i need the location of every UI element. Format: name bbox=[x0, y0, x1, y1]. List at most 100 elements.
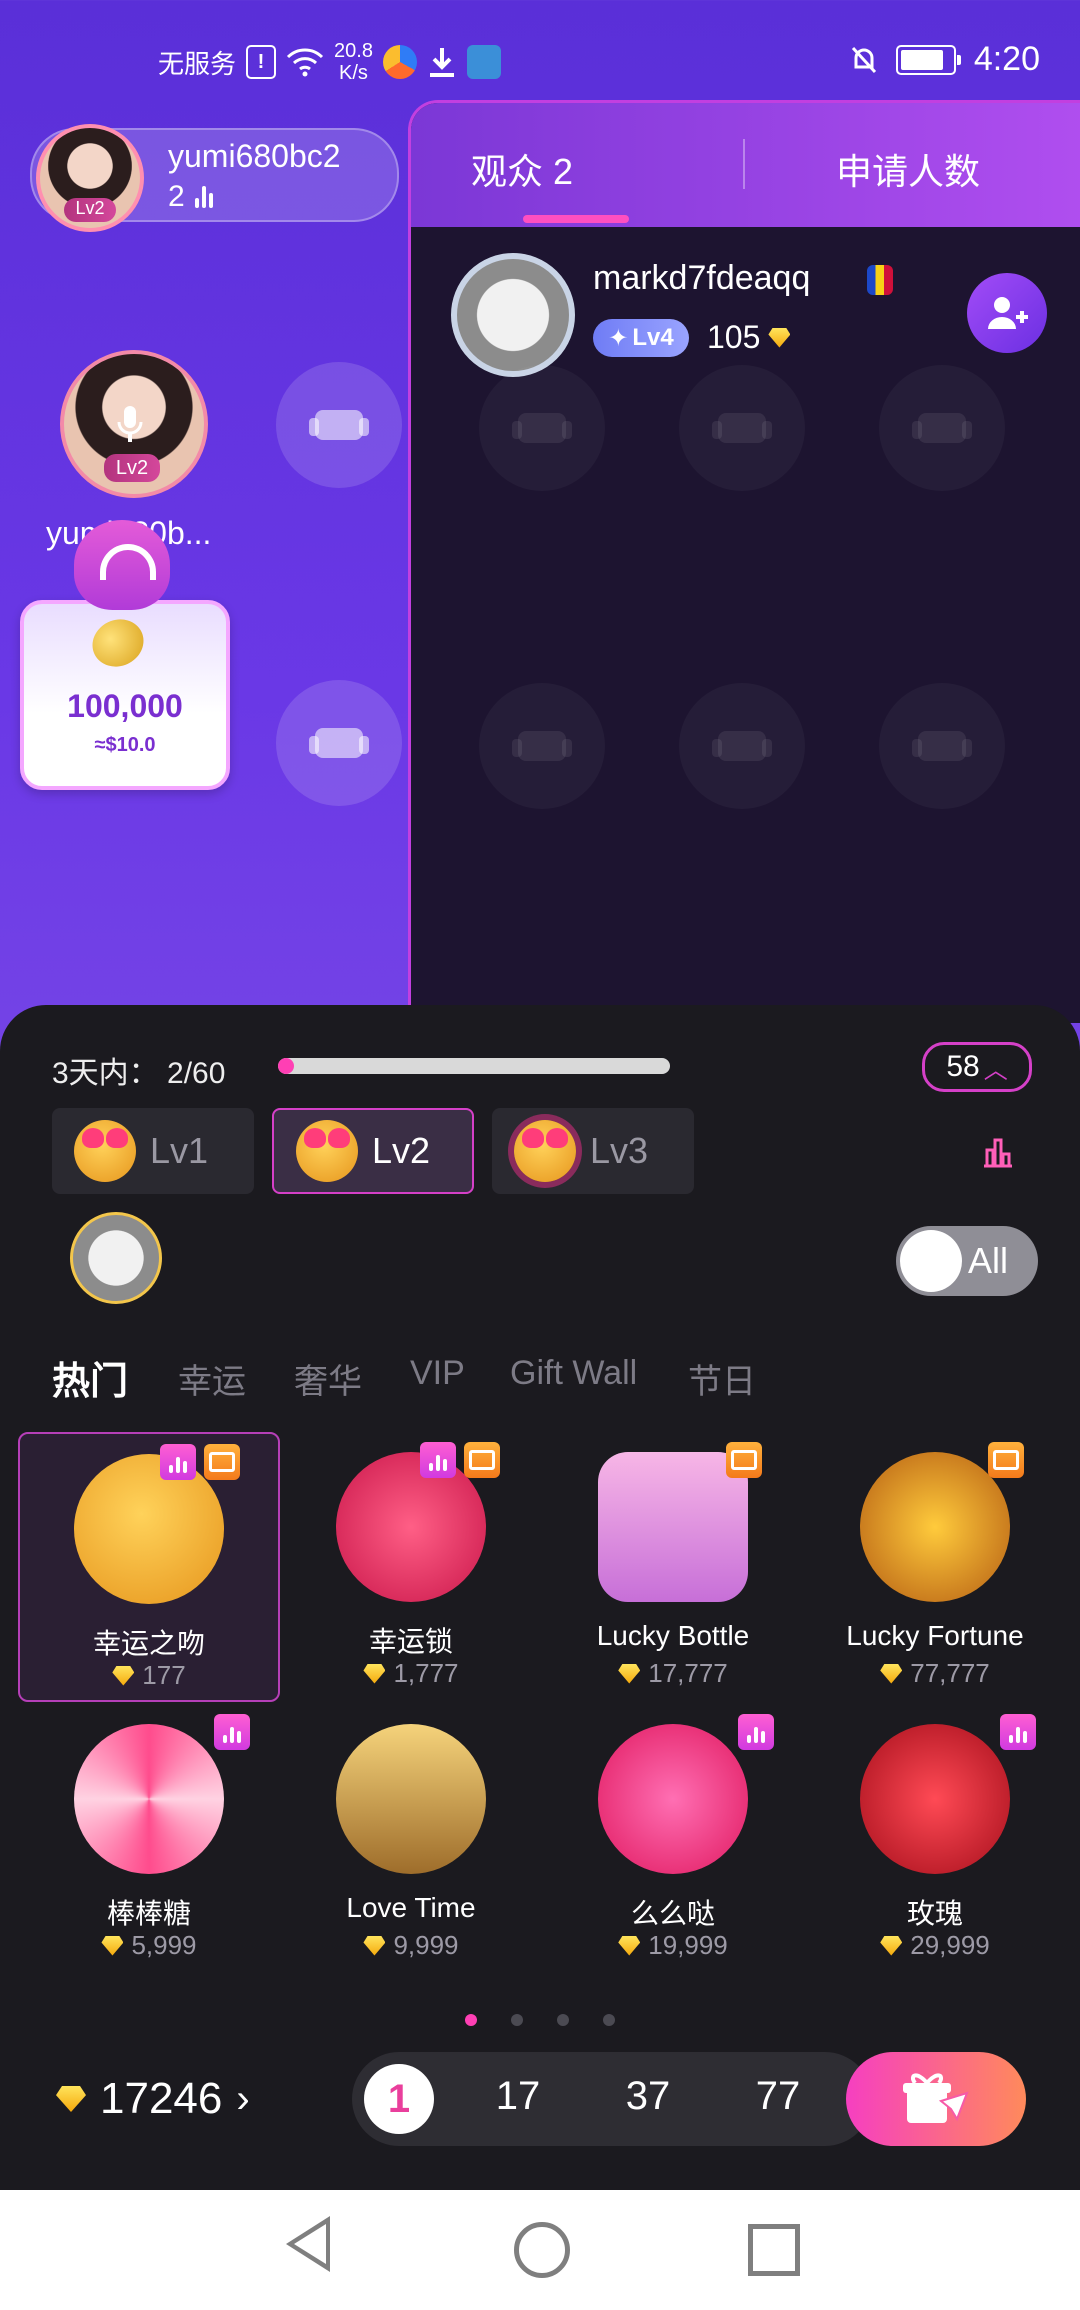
gift-item[interactable]: Lucky Fortune 77,777 bbox=[804, 1432, 1066, 1702]
tab-divider bbox=[743, 139, 745, 189]
gift-price: 29,999 bbox=[804, 1930, 1066, 1961]
gift-item[interactable]: 棒棒糖 5,999 bbox=[18, 1704, 280, 1974]
gift-image bbox=[860, 1452, 1010, 1602]
system-nav-bar bbox=[0, 2190, 1080, 2310]
empty-seat[interactable] bbox=[879, 365, 1005, 491]
home-nav-icon[interactable] bbox=[514, 2222, 570, 2278]
diamond-icon bbox=[880, 1935, 903, 1956]
diamond-icon bbox=[768, 327, 791, 348]
gift-name: Lucky Bottle bbox=[596, 1620, 750, 1651]
treasure-badge-icon bbox=[464, 1442, 500, 1478]
empty-seat[interactable] bbox=[879, 683, 1005, 809]
category-lucky[interactable]: 幸运 bbox=[178, 1354, 246, 1403]
tab-audience[interactable]: 观众 2 bbox=[471, 143, 573, 195]
tab-level-2[interactable]: Lv2 bbox=[272, 1108, 474, 1194]
diamond-icon bbox=[56, 2086, 86, 2112]
diamond-icon bbox=[880, 1663, 903, 1684]
sofa-icon bbox=[912, 731, 972, 761]
diamond-icon bbox=[363, 1663, 386, 1684]
tab-indicator bbox=[523, 215, 629, 223]
gift-price: 19,999 bbox=[542, 1930, 804, 1961]
promo-amount: 100,000 bbox=[67, 688, 183, 724]
quantity-option[interactable]: 37 bbox=[608, 2074, 688, 2119]
heart-eyes-emoji-icon bbox=[514, 1120, 576, 1182]
audience-user-avatar[interactable] bbox=[451, 253, 575, 377]
empty-seat[interactable] bbox=[479, 365, 605, 491]
download-icon bbox=[429, 48, 454, 77]
quantity-option[interactable]: 77 bbox=[738, 2074, 818, 2119]
audience-panel: 观众 2 申请人数 markd7fdeaqq ✦ Lv4 105 bbox=[408, 100, 1080, 1023]
empty-seat[interactable] bbox=[276, 362, 402, 488]
diamond-icon bbox=[101, 1935, 124, 1956]
gift-image bbox=[598, 1452, 748, 1602]
progress-label: 3天内： 2/60 bbox=[52, 1057, 226, 1090]
gift-item[interactable]: 幸运锁 1,777 bbox=[280, 1432, 542, 1702]
empty-seat[interactable] bbox=[276, 680, 402, 806]
page-indicator bbox=[0, 2014, 1080, 2026]
gift-item[interactable]: 玫瑰 29,999 bbox=[804, 1704, 1066, 1974]
host-info-pill[interactable]: Lv2 yumi680bc2 2 bbox=[30, 124, 399, 232]
quantity-selector: 1 17 37 77 bbox=[352, 2052, 872, 2146]
empty-seat[interactable] bbox=[479, 683, 605, 809]
quantity-option[interactable]: 1 bbox=[364, 2064, 434, 2134]
category-vip[interactable]: VIP bbox=[410, 1354, 465, 1393]
invite-user-button[interactable] bbox=[967, 273, 1047, 353]
gift-image bbox=[598, 1724, 748, 1874]
diamond-icon bbox=[112, 1665, 135, 1686]
gift-name: 么么哒 bbox=[630, 1898, 715, 1929]
gift-name: 幸运之吻 bbox=[92, 1628, 205, 1659]
gift-image bbox=[336, 1452, 486, 1602]
quantity-option[interactable]: 17 bbox=[478, 2074, 558, 2119]
empty-seat[interactable] bbox=[679, 683, 805, 809]
category-gift-wall[interactable]: Gift Wall bbox=[510, 1354, 637, 1393]
recents-nav-icon[interactable] bbox=[748, 2224, 800, 2276]
gift-item[interactable]: 么么哒 19,999 bbox=[542, 1704, 804, 1974]
gift-price: 177 bbox=[20, 1660, 278, 1691]
recipient-avatar[interactable] bbox=[70, 1212, 162, 1304]
audience-user-name[interactable]: markd7fdeaqq bbox=[593, 259, 810, 298]
level-expand-button[interactable]: 58 ︿ bbox=[922, 1042, 1032, 1092]
category-hot[interactable]: 热门 bbox=[52, 1350, 128, 1405]
gift-item[interactable]: Lucky Bottle 17,777 bbox=[542, 1432, 804, 1702]
carrier-text: 无服务 bbox=[158, 48, 237, 79]
gift-image bbox=[336, 1724, 486, 1874]
category-luxury[interactable]: 奢华 bbox=[294, 1354, 362, 1403]
page-dot bbox=[511, 2014, 523, 2026]
host-level-badge: Lv2 bbox=[64, 198, 116, 222]
stats-badge-icon bbox=[738, 1714, 774, 1750]
tab-level-1[interactable]: Lv1 bbox=[52, 1108, 254, 1194]
ranking-chart-icon[interactable] bbox=[980, 1134, 1016, 1170]
category-festival[interactable]: 节日 bbox=[688, 1354, 756, 1403]
sofa-icon bbox=[712, 731, 772, 761]
empty-seat[interactable] bbox=[679, 365, 805, 491]
app-notification-icon bbox=[466, 45, 501, 79]
send-gift-button[interactable] bbox=[846, 2052, 1026, 2146]
toggle-label: All bbox=[968, 1240, 1009, 1281]
page-dot bbox=[557, 2014, 569, 2026]
clock: 4:20 bbox=[973, 40, 1040, 78]
sofa-icon bbox=[712, 413, 772, 443]
sofa-icon bbox=[309, 728, 369, 758]
mic-level-badge: Lv2 bbox=[104, 454, 160, 482]
gift-send-icon bbox=[903, 2073, 969, 2123]
tab-applicants[interactable]: 申请人数 bbox=[836, 143, 980, 195]
sofa-icon bbox=[309, 410, 369, 440]
gift-price: 9,999 bbox=[280, 1930, 542, 1961]
host-name: yumi680bc2 bbox=[168, 138, 341, 174]
gift-item[interactable]: 幸运之吻 177 bbox=[18, 1432, 280, 1702]
gift-item[interactable]: Love Time 9,999 bbox=[280, 1704, 542, 1974]
back-nav-icon[interactable] bbox=[286, 2216, 330, 2272]
sofa-icon bbox=[512, 413, 572, 443]
gift-image bbox=[860, 1724, 1010, 1874]
all-toggle[interactable]: All bbox=[896, 1226, 1038, 1296]
chevron-right-icon: › bbox=[236, 2076, 250, 2121]
diamond-icon bbox=[618, 1935, 641, 1956]
stats-badge-icon bbox=[214, 1714, 250, 1750]
battery-icon bbox=[895, 44, 961, 75]
sparkle-icon: ✦ bbox=[608, 324, 629, 352]
tab-level-3[interactable]: Lv3 bbox=[492, 1108, 694, 1194]
balance-button[interactable]: 17246 › bbox=[56, 2074, 250, 2124]
network-speed: 20.8 K/s bbox=[334, 40, 373, 84]
bell-muted-icon bbox=[851, 46, 876, 73]
audience-user-value: 105 bbox=[707, 319, 791, 356]
